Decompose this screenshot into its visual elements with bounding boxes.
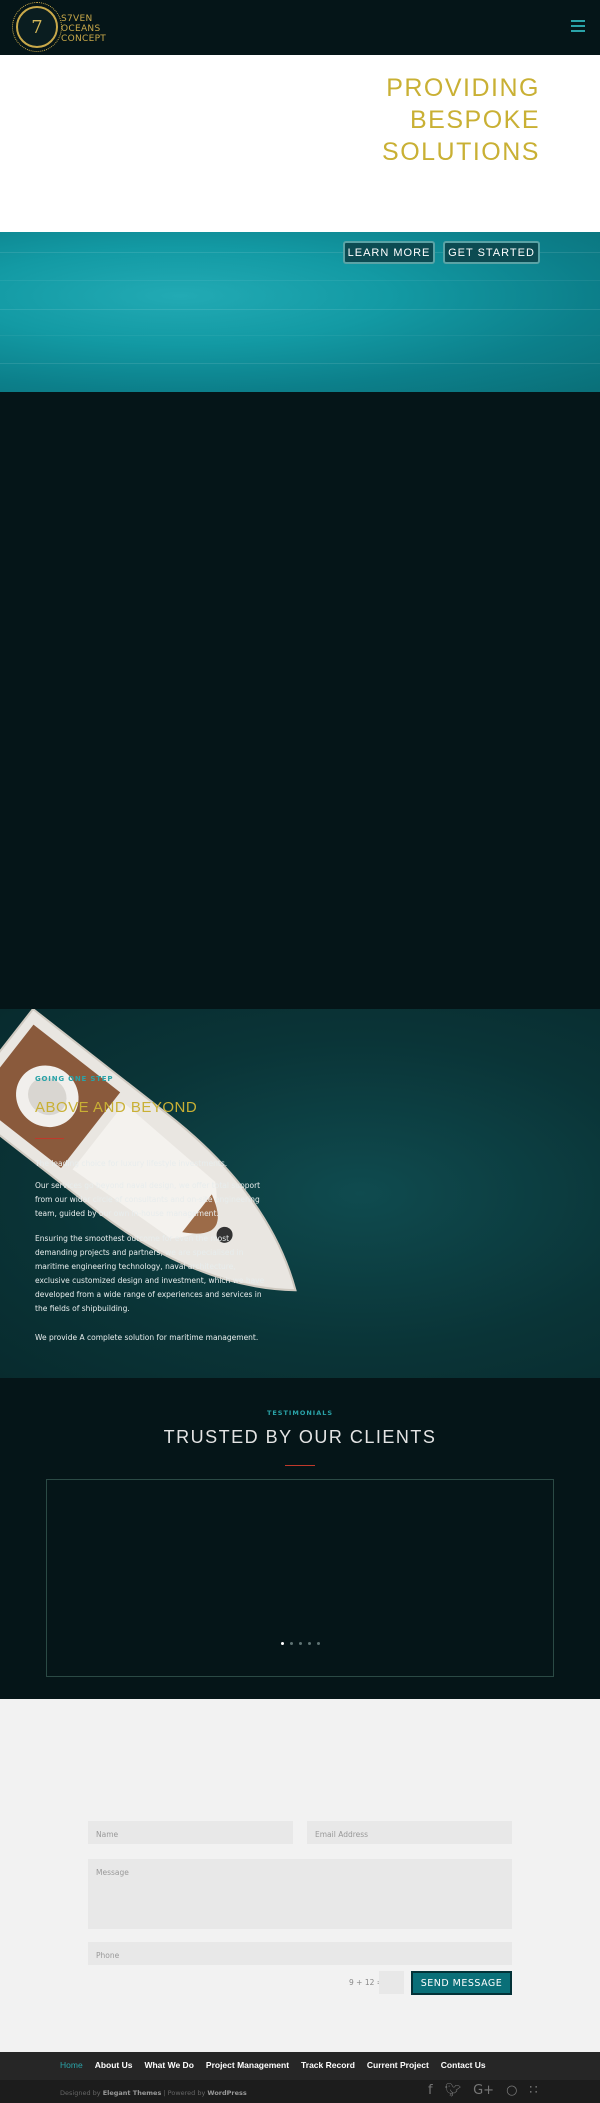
get-started-button[interactable]: GET STARTED xyxy=(443,241,540,264)
logo-line-3: CONCEPT xyxy=(61,34,107,44)
credits-prefix: Designed by xyxy=(60,2089,103,2097)
about-divider xyxy=(35,1138,64,1139)
instagram-icon[interactable]: ○ xyxy=(506,2083,517,2098)
footer-link-track-record[interactable]: Track Record xyxy=(301,2060,355,2070)
dark-section xyxy=(0,392,600,1009)
logo-line-1: S7VEN xyxy=(61,14,93,24)
hamburger-menu-icon[interactable] xyxy=(571,20,585,32)
footer-link-project-management[interactable]: Project Management xyxy=(206,2060,289,2070)
elegant-themes-link[interactable]: Elegant Themes xyxy=(103,2089,162,2097)
hero-title: PROVIDING BESPOKE SOLUTIONS xyxy=(300,72,540,168)
footer-link-about[interactable]: About Us xyxy=(95,2060,133,2070)
send-message-button[interactable]: SEND MESSAGE xyxy=(411,1971,512,1995)
testimonials-eyebrow: TESTIMONIALS xyxy=(266,1409,334,1417)
captcha-input[interactable] xyxy=(379,1971,404,1994)
slider-dot[interactable] xyxy=(289,1642,293,1645)
site-header: 7 S7VEN OCEANS CONCEPT xyxy=(0,0,600,55)
email-field[interactable]: Email Address xyxy=(307,1821,512,1844)
twitter-icon[interactable]: 🐦︎ xyxy=(445,2083,462,2098)
logo-emblem[interactable]: 7 xyxy=(12,2,62,52)
wordpress-link[interactable]: WordPress xyxy=(207,2089,246,2097)
about-paragraph-1: The leading choice for luxury lifestyle … xyxy=(35,1159,228,1168)
testimonial-slider[interactable] xyxy=(46,1479,554,1677)
slider-dots xyxy=(0,1642,600,1645)
testimonials-title: TRUSTED BY OUR CLIENTS xyxy=(163,1427,437,1447)
footer-link-what-we-do[interactable]: What We Do xyxy=(144,2060,193,2070)
hero-title-line-2: BESPOKE xyxy=(410,106,540,134)
footer-link-contact[interactable]: Contact Us xyxy=(441,2060,486,2070)
logo-line-2: OCEANS xyxy=(61,24,101,34)
message-field[interactable]: Message xyxy=(88,1859,512,1929)
logo-wordmark[interactable]: S7VEN OCEANS CONCEPT xyxy=(61,14,106,44)
slider-dot[interactable] xyxy=(280,1642,284,1645)
about-paragraph-2: Our services go beyond naval design, we … xyxy=(35,1181,261,1218)
about-paragraph-4: We provide A complete solution for marit… xyxy=(35,1333,259,1342)
testimonials-divider xyxy=(285,1465,315,1466)
about-title: ABOVE AND BEYOND xyxy=(35,1099,198,1116)
about-eyebrow: GOING ONE STEP xyxy=(35,1075,114,1083)
captcha-question: 9 + 12 = xyxy=(349,1978,384,1987)
about-paragraph-3: Ensuring the smoothest outcome for even … xyxy=(35,1234,265,1313)
social-links: f 🐦︎ G+ ○ ∷ xyxy=(428,2083,538,2098)
facebook-icon[interactable]: f xyxy=(428,2083,433,2098)
google-plus-icon[interactable]: G+ xyxy=(473,2083,494,2098)
footer-link-home[interactable]: Home xyxy=(60,2060,83,2070)
slider-dot[interactable] xyxy=(316,1642,320,1645)
credits-mid: | Powered by xyxy=(161,2089,208,2097)
footer-credits: Designed by Elegant Themes | Powered by … xyxy=(60,2089,247,2097)
hero-title-line-3: SOLUTIONS xyxy=(382,138,540,166)
slider-dot[interactable] xyxy=(307,1642,311,1645)
name-field[interactable]: Name xyxy=(88,1821,293,1844)
phone-field[interactable]: Phone xyxy=(88,1942,512,1965)
rss-icon[interactable]: ∷ xyxy=(529,2083,537,2098)
hero-title-line-1: PROVIDING xyxy=(386,74,540,102)
footer-link-current-project[interactable]: Current Project xyxy=(367,2060,429,2070)
learn-more-button[interactable]: LEARN MORE xyxy=(343,241,435,264)
logo-numeral: 7 xyxy=(31,16,43,38)
slider-dot[interactable] xyxy=(298,1642,302,1645)
footer-nav: Home About Us What We Do Project Managem… xyxy=(0,2052,600,2080)
